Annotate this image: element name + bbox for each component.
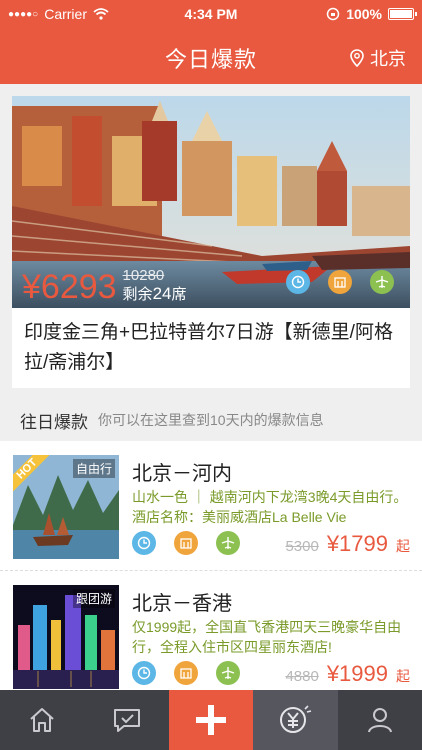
item-tag: 自由行 [72, 459, 115, 478]
flight-icon [216, 661, 240, 685]
section-subtitle: 你可以在这里查到10天内的爆款信息 [98, 412, 324, 428]
list-item[interactable]: 跟团游 北京－香港 仅1999起，全国直飞香港四天三晚豪华自由行，全程入住市区四… [0, 571, 422, 691]
featured-feature-icons [286, 270, 394, 294]
hotel-icon [174, 661, 198, 685]
tab-add[interactable] [168, 690, 254, 750]
item-feature-icons [132, 661, 240, 685]
clock-icon [132, 531, 156, 555]
item-price-block: 4880 ¥1999 起 [285, 661, 410, 687]
item-price: ¥1999 [326, 661, 388, 686]
plus-icon [195, 705, 226, 735]
battery-label: 100% [346, 6, 382, 22]
featured-original-price: 10280 [122, 267, 165, 285]
featured-meta: 10280 剩余24席 [123, 267, 187, 304]
hotel-icon [328, 270, 352, 294]
featured-price: ¥6293 [22, 268, 117, 306]
item-old-price: 4880 [285, 668, 319, 685]
tab-home[interactable] [0, 690, 84, 750]
tab-messages[interactable] [84, 690, 168, 750]
featured-image: ¥6293 10280 剩余24席 [12, 96, 410, 308]
item-description: 山水一色 ｜ 越南河内下龙湾3晚4天自由行。酒店名称：美丽威酒店La Belle… [132, 489, 408, 525]
item-price: ¥1799 [326, 531, 388, 556]
status-bar: ●●●●○ Carrier 4:34 PM 100% [0, 0, 422, 28]
item-thumbnail: 跟团游 [13, 585, 119, 689]
user-icon [367, 708, 392, 733]
status-right: 100% [326, 6, 417, 22]
item-feature-icons [132, 531, 240, 555]
location-label: 北京 [370, 49, 406, 69]
hotel-icon [174, 531, 198, 555]
yuan-bell-icon [280, 705, 312, 733]
item-price-unit: 起 [396, 668, 410, 684]
featured-price-block: ¥6293 10280 剩余24席 [22, 267, 187, 304]
message-icon [113, 709, 140, 732]
location-pin-icon [350, 49, 364, 67]
item-description: 仅1999起，全国直飞香港四天三晚豪华自由行，全程入住市区四星丽东酒店! [132, 619, 402, 655]
bottom-tab-bar [0, 690, 422, 750]
tab-profile[interactable] [338, 690, 422, 750]
flight-icon [370, 270, 394, 294]
list-item[interactable]: HOT 自由行 北京－河内 山水一色 ｜ 越南河内下龙湾3晚4天自由行。酒店名称… [0, 441, 422, 571]
item-title: 北京－香港 [132, 593, 232, 615]
item-price-unit: 起 [396, 538, 410, 554]
clock-icon [286, 270, 310, 294]
past-deals-list: HOT 自由行 北京－河内 山水一色 ｜ 越南河内下龙湾3晚4天自由行。酒店名称… [0, 441, 422, 691]
featured-deal-card[interactable]: ¥6293 10280 剩余24席 印度金三角+巴拉特普尔7日游【新德里/阿格拉… [12, 96, 410, 388]
home-icon [30, 708, 54, 732]
item-price-block: 5300 ¥1799 起 [285, 531, 410, 557]
remaining-prefix: 剩余 [122, 286, 153, 304]
item-tag: 跟团游 [72, 589, 115, 608]
top-header: ●●●●○ Carrier 4:34 PM 100% 今日爆款 北京 [0, 0, 422, 84]
battery-icon [388, 8, 417, 20]
item-old-price: 5300 [285, 538, 319, 555]
past-deals-header: 往日爆款 你可以在这里查到10天内的爆款信息 [0, 400, 422, 440]
clock-icon [132, 661, 156, 685]
rotation-lock-icon [326, 7, 340, 21]
flight-icon [216, 531, 240, 555]
remaining-count: 24 [152, 284, 172, 304]
item-title: 北京－河内 [132, 463, 232, 485]
section-title: 往日爆款 [20, 412, 88, 432]
featured-remaining: 剩余24席 [123, 284, 187, 304]
featured-title: 印度金三角+巴拉特普尔7日游【新德里/阿格拉/斋浦尔】 [24, 322, 393, 373]
location-selector[interactable]: 北京 [350, 45, 406, 71]
tab-deals[interactable] [253, 690, 338, 750]
remaining-suffix: 席 [171, 286, 187, 304]
item-thumbnail: HOT 自由行 [13, 455, 119, 559]
